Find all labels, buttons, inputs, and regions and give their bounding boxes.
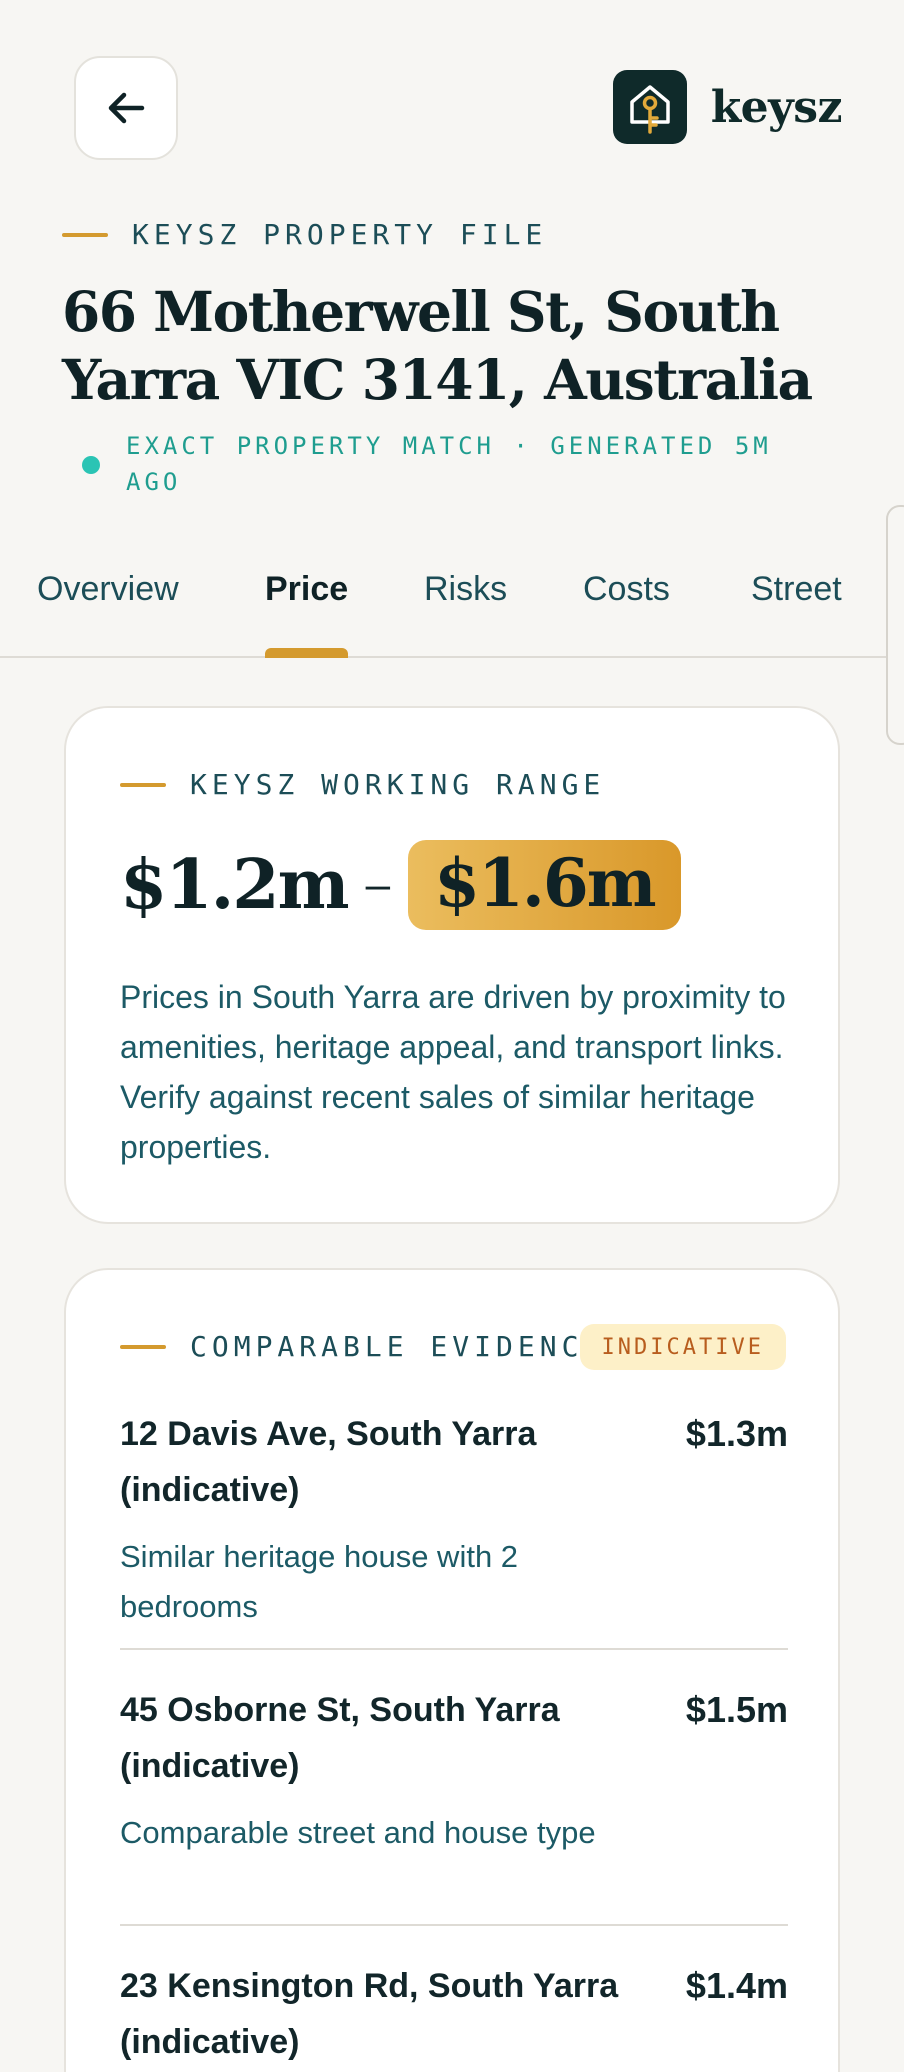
property-address: 66 Motherwell St, South Yarra VIC 3141, …: [62, 279, 813, 412]
property-file-eyebrow: KEYSZ PROPERTY FILE: [62, 218, 547, 251]
status-dot-icon: [82, 456, 100, 474]
comparable-note: Similar heritage house with 2 bedrooms: [120, 1539, 519, 1624]
comparable-address: 12 Davis Ave, South Yarra (indicative): [120, 1415, 537, 1509]
house-key-icon: [612, 70, 687, 144]
side-drawer-handle[interactable]: [886, 505, 904, 745]
range-description: Prices in South Yarra are driven by prox…: [120, 979, 786, 1165]
range-separator: –: [365, 860, 391, 909]
comparable-item[interactable]: 12 Davis Ave, South Yarra (indicative) $…: [120, 1406, 788, 1636]
comparable-item[interactable]: 45 Osborne St, South Yarra (indicative) …: [120, 1682, 788, 1912]
working-range-label: KEYSZ WORKING RANGE: [190, 768, 606, 801]
eyebrow-dash: [120, 1344, 166, 1349]
comparable-price: $1.4m: [685, 1965, 788, 2006]
comparable-evidence-label: COMPARABLE EVIDENCE: [190, 1330, 606, 1363]
eyebrow-dash: [62, 232, 108, 237]
tab-risks[interactable]: Risks: [424, 570, 507, 640]
match-status-text: EXACT PROPERTY MATCH · GENERATED 5M AGO: [126, 432, 772, 496]
divider: [120, 1648, 788, 1650]
comparable-price: $1.3m: [685, 1413, 788, 1454]
brand-name: keysz: [710, 81, 843, 133]
eyebrow-dash: [120, 782, 166, 787]
comparable-address: 45 Osborne St, South Yarra (indicative): [120, 1691, 560, 1785]
tab-street[interactable]: Street: [751, 570, 842, 640]
back-button[interactable]: [74, 56, 178, 160]
tab-price[interactable]: Price: [265, 570, 349, 658]
price-high: $1.6m: [408, 840, 681, 930]
price-range: $1.2m – $1.6m: [120, 840, 681, 930]
price-low: $1.2m: [120, 845, 350, 925]
app-header: keysz: [0, 0, 904, 200]
match-status: EXACT PROPERTY MATCH · GENERATED 5M AGO: [82, 428, 822, 500]
working-range-card: KEYSZ WORKING RANGE $1.2m – $1.6m Prices…: [64, 706, 840, 1224]
comparable-price: $1.5m: [685, 1689, 788, 1730]
tab-overview[interactable]: Overview: [37, 570, 179, 640]
property-file-label: KEYSZ PROPERTY FILE: [132, 218, 548, 251]
section-tabs: Overview Price Risks Costs Street: [0, 540, 904, 658]
comparable-item[interactable]: 23 Kensington Rd, South Yarra (indicativ…: [120, 1958, 788, 2072]
indicative-badge: INDICATIVE: [579, 1324, 786, 1370]
tab-costs[interactable]: Costs: [583, 570, 670, 640]
working-range-eyebrow: KEYSZ WORKING RANGE: [120, 768, 605, 801]
arrow-left-icon: [108, 92, 145, 124]
comparable-note: Comparable street and house type: [120, 1815, 596, 1850]
brand[interactable]: keysz: [612, 70, 843, 144]
comparable-evidence-eyebrow: COMPARABLE EVIDENCE: [120, 1330, 605, 1363]
divider: [120, 1924, 788, 1926]
comparable-address: 23 Kensington Rd, South Yarra (indicativ…: [120, 1967, 619, 2061]
comparable-evidence-card: COMPARABLE EVIDENCE INDICATIVE 12 Davis …: [64, 1268, 840, 2072]
